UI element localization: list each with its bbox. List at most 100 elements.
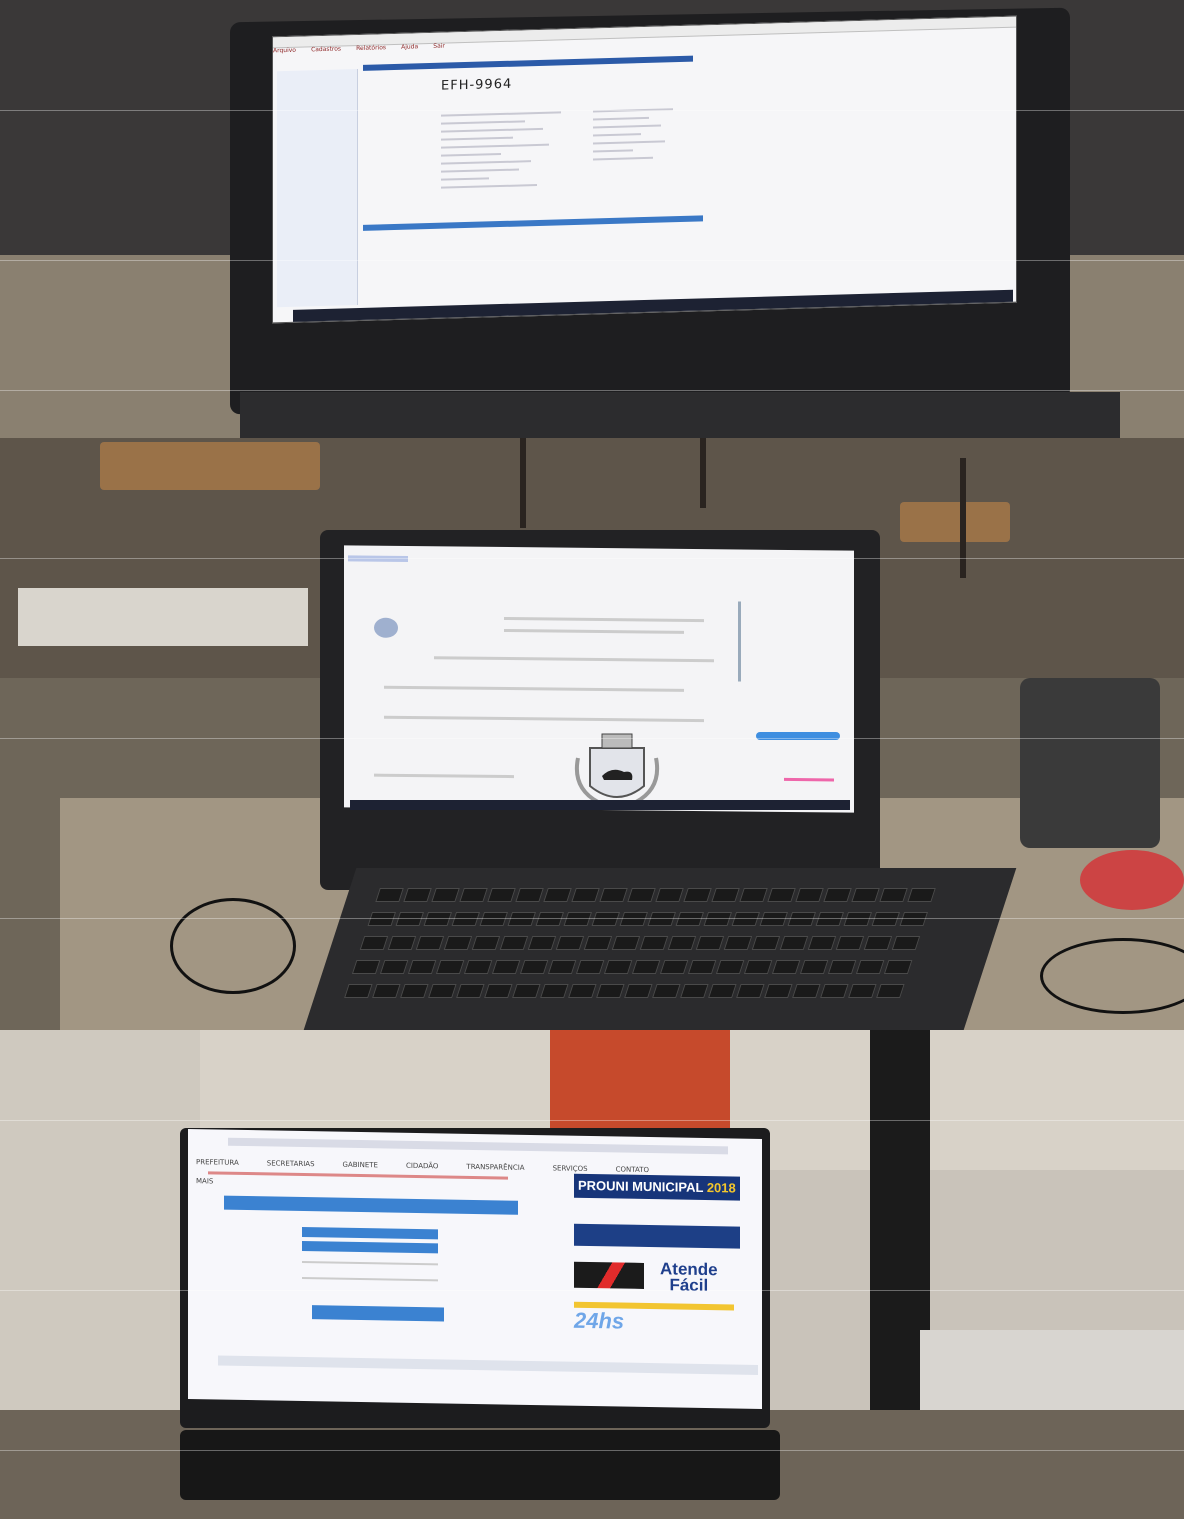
keyboard-key	[759, 912, 789, 926]
keyboard-key	[491, 960, 521, 974]
text-line	[504, 629, 684, 634]
keyboard-key	[736, 984, 765, 998]
keyboard-key	[835, 936, 865, 950]
form-field-blue[interactable]	[302, 1240, 438, 1254]
nav-item[interactable]: GABINETE	[343, 1161, 378, 1170]
keyboard-key	[807, 936, 837, 950]
footer-link[interactable]	[784, 777, 834, 782]
keyboard-key	[624, 984, 653, 998]
form-header	[224, 1195, 518, 1215]
nav-item[interactable]: PREFEITURA	[196, 1158, 239, 1167]
keyboard-key	[876, 984, 905, 998]
keyboard-key	[667, 936, 697, 950]
keyboard-key	[827, 960, 857, 974]
monitor-screen: PREFEITURA SECRETARIAS GABINETE CIDADÃO TRAN…	[188, 1128, 762, 1410]
keyboard-key	[344, 984, 373, 998]
nav-item[interactable]: SERVIÇOS	[553, 1164, 588, 1173]
photo-panel-top: Arquivo Cadastros Relatórios Ajuda Sair …	[0, 0, 1184, 438]
keyboard-key	[443, 936, 473, 950]
pen-holder	[1020, 678, 1160, 848]
keyboard-key	[540, 984, 569, 998]
keyboard-key	[731, 912, 761, 926]
paper-stack	[18, 588, 308, 646]
laptop-screen: Arquivo Cadastros Relatórios Ajuda Sair …	[272, 15, 1017, 324]
keyboard-key	[403, 888, 432, 902]
nav-item[interactable]: CONTATO	[616, 1165, 649, 1174]
keyboard-key	[863, 936, 893, 950]
ad-atende-facil[interactable]: Atende Fácil	[574, 1259, 740, 1295]
text-line	[434, 656, 714, 663]
keyboard-key	[655, 888, 684, 902]
keyboard-key	[359, 936, 389, 950]
keyboard-key	[456, 984, 485, 998]
keyboard	[180, 1430, 780, 1500]
form-input-line[interactable]	[302, 1276, 438, 1282]
chair-leg	[520, 438, 526, 528]
menu-item[interactable]: Sair	[433, 43, 445, 50]
menu-item[interactable]: Relatórios	[356, 44, 386, 52]
keyboard-key	[631, 960, 661, 974]
keyboard-key	[619, 912, 649, 926]
keyboard-key	[779, 936, 809, 950]
keyboard-key	[611, 936, 641, 950]
keyboard	[303, 868, 1017, 1030]
keyboard-key	[387, 936, 417, 950]
keyboard-key	[351, 960, 381, 974]
keyboard-key	[519, 960, 549, 974]
keyboard-key	[543, 888, 572, 902]
keyboard-key	[571, 888, 600, 902]
menu-item[interactable]: Cadastros	[311, 45, 341, 53]
keyboard-key	[400, 984, 429, 998]
keyboard-key	[479, 912, 509, 926]
keyboard-key	[372, 984, 401, 998]
keyboard-key	[879, 888, 908, 902]
keyboard-key	[883, 960, 913, 974]
keyboard-key	[515, 888, 544, 902]
ad-prouni-label: PROUNI MUNICIPAL	[578, 1177, 704, 1195]
scrollbar[interactable]	[738, 601, 741, 682]
power-cable	[170, 898, 296, 994]
keyboard-key	[507, 912, 537, 926]
keyboard-key	[487, 888, 516, 902]
keyboard-key	[687, 960, 717, 974]
keyboard-key	[367, 912, 397, 926]
nav-item[interactable]: SECRETARIAS	[267, 1159, 315, 1168]
windows-taskbar	[350, 800, 850, 810]
ad-banner-dark[interactable]	[574, 1223, 740, 1249]
form-field-blue[interactable]	[302, 1226, 438, 1240]
keyboard-key	[792, 984, 821, 998]
keyboard-key	[715, 960, 745, 974]
keyboard-key	[568, 984, 597, 998]
keyboard-key	[435, 960, 465, 974]
ad-24hs[interactable]: 24hs	[574, 1301, 740, 1341]
ad-prouni-banner[interactable]: PROUNI MUNICIPAL 2018	[574, 1173, 740, 1201]
keyboard-key	[855, 960, 885, 974]
keyboard-key	[891, 936, 921, 950]
submit-button[interactable]	[312, 1305, 444, 1322]
windows-taskbar	[218, 1355, 758, 1375]
keyboard-key	[527, 936, 557, 950]
crest-small-icon	[374, 617, 398, 638]
keyboard-key	[739, 888, 768, 902]
keyboard-key	[683, 888, 712, 902]
keyboard-key	[627, 888, 656, 902]
keyboard-key	[563, 912, 593, 926]
menu-item[interactable]: Ajuda	[401, 43, 418, 50]
keyboard-key	[795, 888, 824, 902]
keyboard-key	[451, 912, 481, 926]
keyboard-key	[591, 912, 621, 926]
keyboard-key	[499, 936, 529, 950]
nav-item[interactable]: TRANSPARÊNCIA	[466, 1163, 524, 1172]
keyboard-key	[764, 984, 793, 998]
form-input-line[interactable]	[302, 1260, 438, 1266]
photo-panel-middle	[0, 438, 1184, 1030]
keyboard-key	[596, 984, 625, 998]
text-line	[384, 715, 704, 723]
menu-item[interactable]: Arquivo	[273, 47, 296, 55]
nav-item[interactable]: MAIS	[196, 1177, 213, 1185]
laptop-base	[240, 392, 1120, 438]
chair-leg	[960, 458, 966, 578]
keyboard-key	[547, 960, 577, 974]
nav-item[interactable]: CIDADÃO	[406, 1162, 438, 1171]
breadcrumb[interactable]	[208, 1171, 508, 1180]
